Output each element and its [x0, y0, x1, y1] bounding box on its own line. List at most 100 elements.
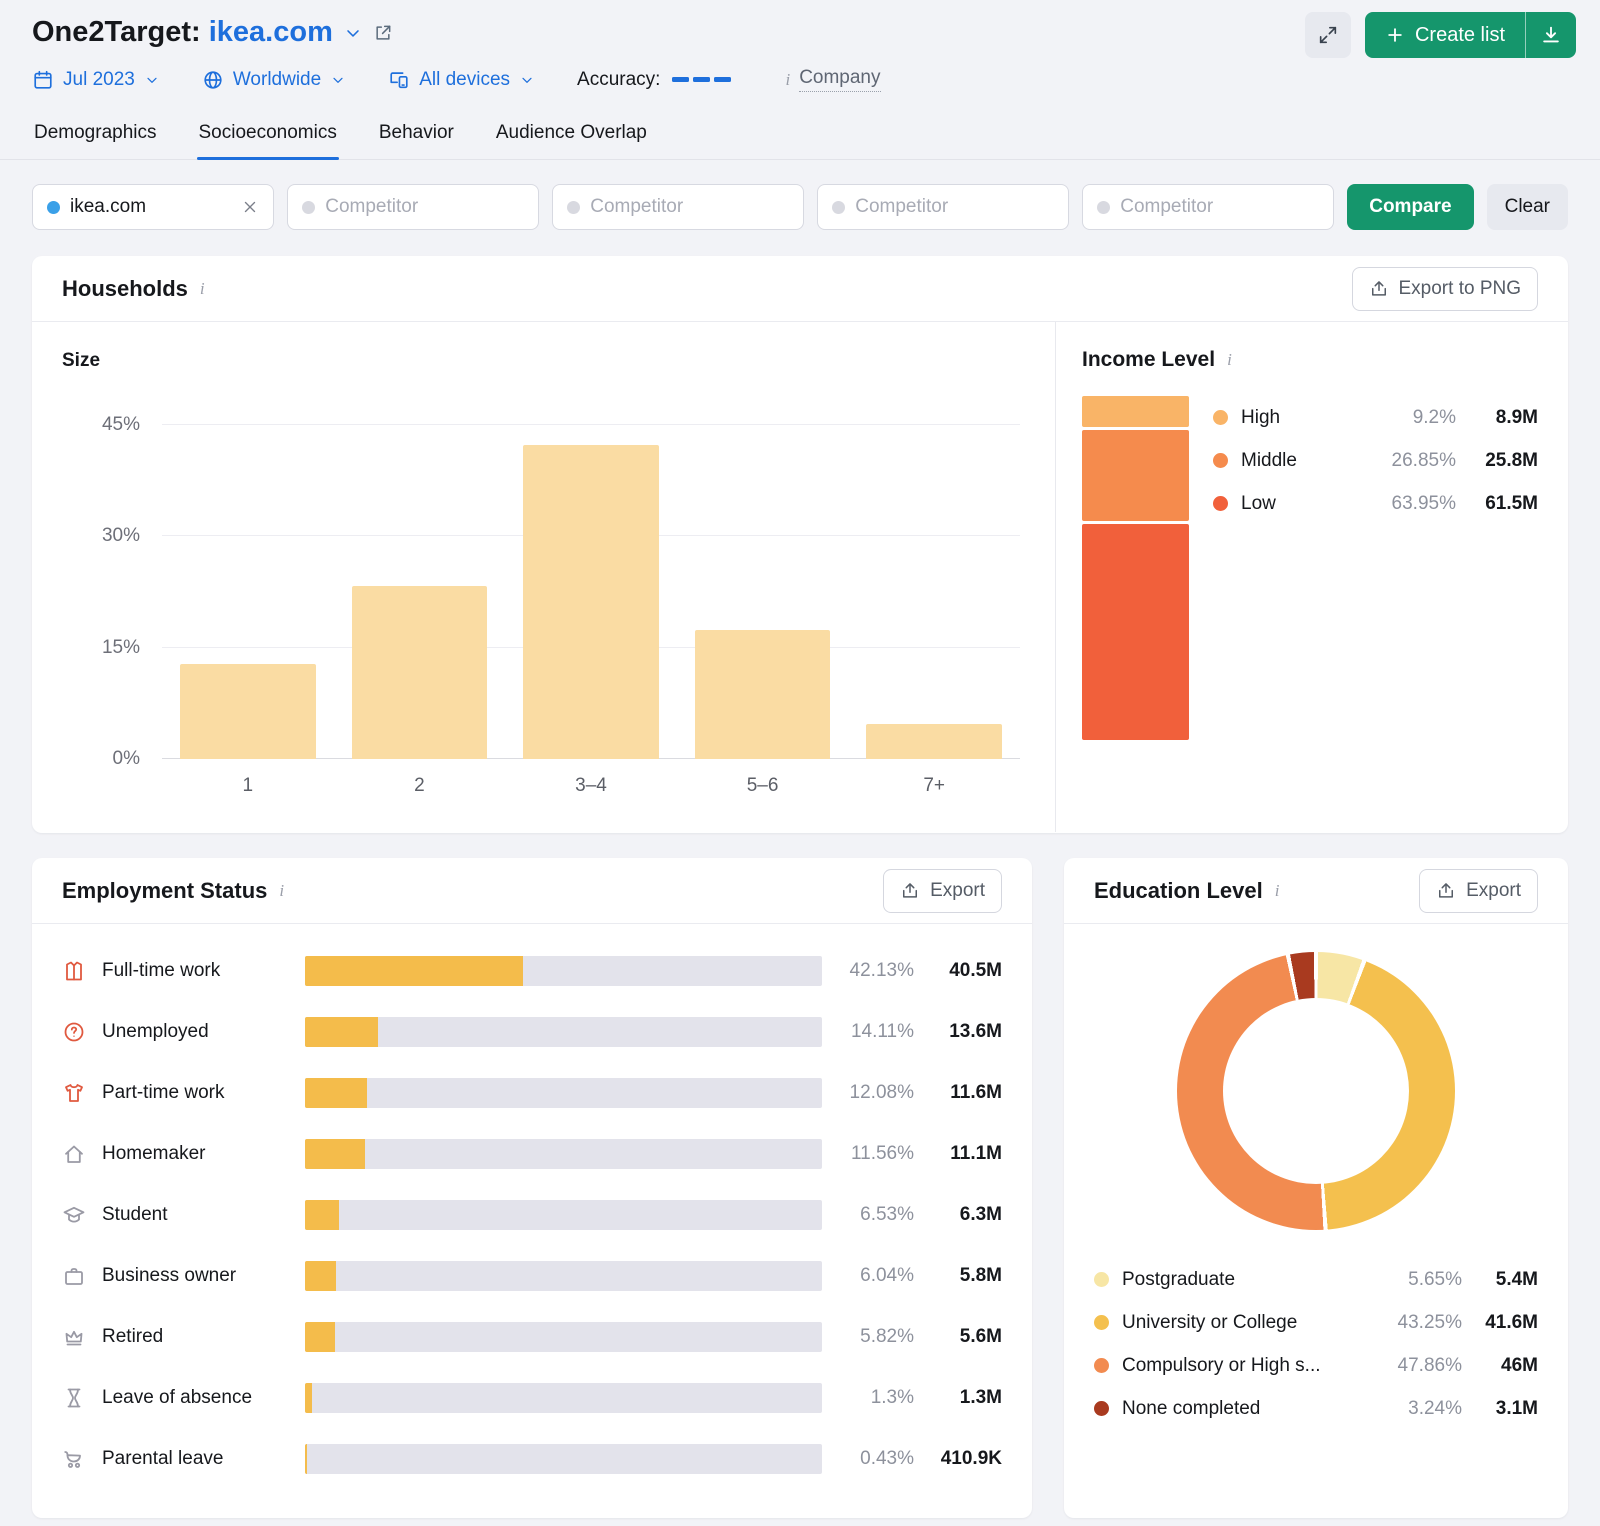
- chevron-down-icon[interactable]: [343, 23, 363, 43]
- legend-label: Postgraduate: [1122, 1268, 1236, 1290]
- legend-row: Low 63.95% 61.5M: [1213, 482, 1538, 525]
- info-icon[interactable]: i: [200, 279, 205, 299]
- export-to-png-button[interactable]: Export to PNG: [1351, 266, 1538, 311]
- expand-icon: [1317, 24, 1339, 46]
- create-list-button[interactable]: Create list: [1365, 12, 1525, 58]
- export-icon: [900, 881, 920, 901]
- employment-percent: 14.11%: [850, 1020, 914, 1042]
- info-icon[interactable]: i: [1275, 881, 1280, 901]
- chevron-down-icon: [144, 72, 160, 88]
- employment-label: Retired: [102, 1325, 164, 1347]
- employment-label: Unemployed: [102, 1020, 209, 1042]
- competitor-input-box[interactable]: [1082, 184, 1335, 230]
- legend-label: None completed: [1122, 1397, 1261, 1419]
- employment-bar-fill: [305, 1077, 368, 1108]
- page-header: One2Target: ikea.com Create list: [0, 0, 1600, 58]
- legend-percent: 3.24%: [1408, 1397, 1462, 1419]
- competitor-input-box[interactable]: [817, 184, 1070, 230]
- analyzed-domain[interactable]: ikea.com: [209, 16, 333, 48]
- employment-status-card: Employment Status i Export Full-time wor…: [32, 858, 1032, 1518]
- income-legend: High 9.2% 8.9M Middle 26.85% 25.8M Low 63.95% 61…: [1213, 396, 1538, 740]
- employment-value: 1.3M: [959, 1386, 1002, 1408]
- export-icon: [1436, 881, 1456, 901]
- legend-label: Compulsory or High s...: [1122, 1354, 1321, 1376]
- globe-icon: [202, 69, 224, 91]
- legend-label: University or College: [1122, 1311, 1298, 1333]
- legend-dot-icon: [1094, 1358, 1109, 1373]
- legend-row: None completed 3.24% 3.1M: [1094, 1387, 1538, 1430]
- page-title: One2Target: ikea.com: [32, 16, 333, 49]
- income-stacked-bar: [1082, 396, 1189, 740]
- size-chart-title: Size: [62, 350, 101, 371]
- info-icon[interactable]: i: [785, 70, 790, 90]
- date-filter[interactable]: Jul 2023: [32, 69, 160, 91]
- main-domain-chip[interactable]: ikea.com: [32, 184, 275, 230]
- employment-row: Parental leave 0.43% 410.9K: [62, 1428, 1002, 1489]
- tab-socioeconomics[interactable]: Socioeconomics: [196, 114, 340, 160]
- competitor-input-box[interactable]: [287, 184, 540, 230]
- employment-percent: 6.04%: [860, 1264, 914, 1286]
- employment-bar-fill: [305, 1321, 336, 1352]
- employment-percent: 5.82%: [860, 1325, 914, 1347]
- legend-label: Low: [1241, 492, 1276, 514]
- size-ytick-label: 45%: [101, 414, 140, 435]
- external-link-icon[interactable]: [373, 23, 393, 43]
- employment-bar-fill: [305, 1443, 308, 1474]
- location-filter[interactable]: Worldwide: [202, 69, 346, 91]
- competitor-input[interactable]: [855, 196, 1055, 218]
- clear-button[interactable]: Clear: [1486, 184, 1568, 230]
- competitor-input[interactable]: [325, 196, 525, 218]
- main-domain-label: ikea.com: [70, 196, 147, 217]
- info-icon[interactable]: i: [279, 881, 284, 901]
- competitor-input[interactable]: [1120, 196, 1320, 218]
- legend-value: 3.1M: [1495, 1397, 1538, 1419]
- size-category-label: 2: [414, 775, 425, 796]
- legend-value: 25.8M: [1485, 449, 1538, 471]
- size-bar-slot: 5–6: [677, 425, 849, 796]
- legend-row: Middle 26.85% 25.8M: [1213, 439, 1538, 482]
- audience-type-selector[interactable]: i Company: [773, 67, 881, 92]
- employment-export-label: Export: [930, 879, 985, 901]
- info-icon[interactable]: i: [1227, 350, 1232, 370]
- education-legend: Postgraduate 5.65% 5.4M University or Colle…: [1094, 1258, 1538, 1430]
- education-export-button[interactable]: Export: [1419, 868, 1538, 913]
- devices-filter[interactable]: All devices: [388, 69, 535, 91]
- competitor-dot-icon: [302, 200, 316, 214]
- accuracy-indicator: Accuracy:: [577, 68, 732, 91]
- filter-bar: Jul 2023 Worldwide All devices Accuracy:…: [0, 67, 1600, 92]
- size-bar-slot: 1: [162, 425, 334, 796]
- employment-bar-track: [305, 955, 822, 986]
- accuracy-label: Accuracy:: [577, 68, 661, 90]
- legend-dot-icon: [1094, 1272, 1109, 1287]
- income-segment: [1082, 430, 1189, 521]
- competitor-dot-icon: [832, 200, 846, 214]
- compare-button[interactable]: Compare: [1347, 184, 1474, 230]
- expand-button[interactable]: [1304, 12, 1351, 58]
- income-level-title: Income Level: [1082, 348, 1216, 371]
- competitor-input[interactable]: [590, 196, 790, 218]
- location-filter-value: Worldwide: [232, 68, 322, 90]
- domain-selector-row: ikea.com Compare Clear: [32, 184, 1568, 230]
- download-button[interactable]: [1526, 12, 1576, 58]
- audience-type-value[interactable]: Company: [799, 67, 881, 92]
- accuracy-dash: [693, 77, 711, 82]
- tab-audience-overlap[interactable]: Audience Overlap: [494, 114, 649, 159]
- tab-behavior[interactable]: Behavior: [377, 114, 456, 159]
- size-category-label: 3–4: [575, 775, 607, 796]
- legend-percent: 47.86%: [1397, 1354, 1462, 1376]
- income-segment: [1082, 523, 1189, 740]
- legend-value: 61.5M: [1485, 492, 1538, 514]
- employment-bar-track: [305, 1260, 822, 1291]
- employment-bar-track: [305, 1321, 822, 1352]
- employment-bar-track: [305, 1077, 822, 1108]
- legend-dot-icon: [1094, 1401, 1109, 1416]
- education-export-label: Export: [1466, 879, 1521, 901]
- competitor-input-box[interactable]: [552, 184, 805, 230]
- close-icon[interactable]: [241, 198, 259, 216]
- legend-row: High 9.2% 8.9M: [1213, 396, 1538, 439]
- tab-demographics[interactable]: Demographics: [32, 114, 159, 159]
- employment-bar-fill: [305, 1382, 312, 1413]
- create-list-label: Create list: [1414, 23, 1505, 46]
- employment-row: Student 6.53% 6.3M: [62, 1184, 1002, 1245]
- employment-export-button[interactable]: Export: [883, 868, 1002, 913]
